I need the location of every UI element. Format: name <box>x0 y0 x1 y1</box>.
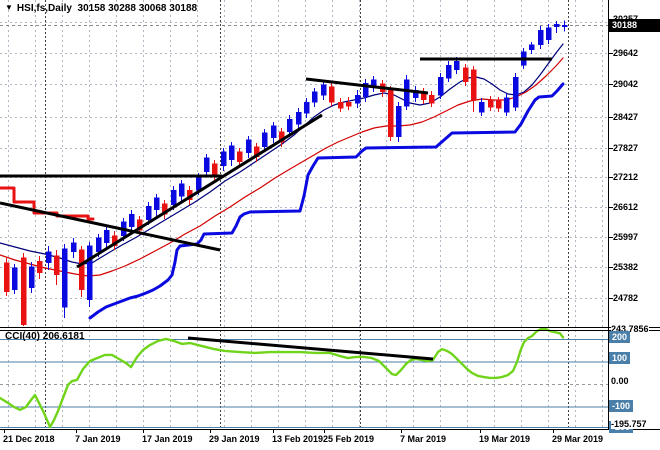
time-axis-label: 17 Jan 2019 <box>142 434 193 444</box>
chart-title: ▼ HSI,fs,Daily 30158 30288 30068 30188 <box>5 3 197 14</box>
time-axis-label: 21 Dec 2018 <box>3 434 55 444</box>
cci-indicator-label: CCI(40) 206.6181 <box>5 331 85 342</box>
current-price-badge: 30188 <box>609 19 660 32</box>
price-axis-label: 27827 <box>613 143 659 153</box>
price-axis-label: 27212 <box>613 172 659 182</box>
cci-level-badge: -100 <box>609 400 633 412</box>
price-axis-label: 24782 <box>613 293 659 303</box>
price-axis-label: 28427 <box>613 112 659 122</box>
chart-menu-arrow-icon[interactable]: ▼ <box>5 3 13 12</box>
cci-min-label: -195.757 <box>611 419 647 429</box>
time-axis-label: 13 Feb 2019 <box>272 434 323 444</box>
price-axis-label: 29642 <box>613 48 659 58</box>
time-axis-label: 29 Jan 2019 <box>209 434 260 444</box>
price-axis-label: 29042 <box>613 79 659 89</box>
time-axis-label: 29 Mar 2019 <box>552 434 603 444</box>
symbol-period-label: HSI,fs,Daily <box>17 3 72 14</box>
time-axis-label: 7 Mar 2019 <box>400 434 446 444</box>
cci-level-badge: 100 <box>609 352 630 364</box>
chart-canvas[interactable] <box>0 0 660 450</box>
ohlc-readout: 30158 30288 30068 30188 <box>78 3 198 14</box>
price-axis-label: 25997 <box>613 232 659 242</box>
time-axis-label: 19 Mar 2019 <box>479 434 530 444</box>
cci-level-badge: 200 <box>609 331 630 343</box>
cci-indicator-value: 206.6181 <box>43 331 85 342</box>
time-axis-label: 25 Feb 2019 <box>323 434 374 444</box>
cci-zero-label: 0.00 <box>611 376 629 386</box>
time-axis-label: 7 Jan 2019 <box>75 434 121 444</box>
mt4-chart-window: ▼ HSI,fs,Daily 30158 30288 30068 30188 CC… <box>0 0 660 450</box>
price-axis-label: 26612 <box>613 202 659 212</box>
price-axis-label: 25382 <box>613 262 659 272</box>
